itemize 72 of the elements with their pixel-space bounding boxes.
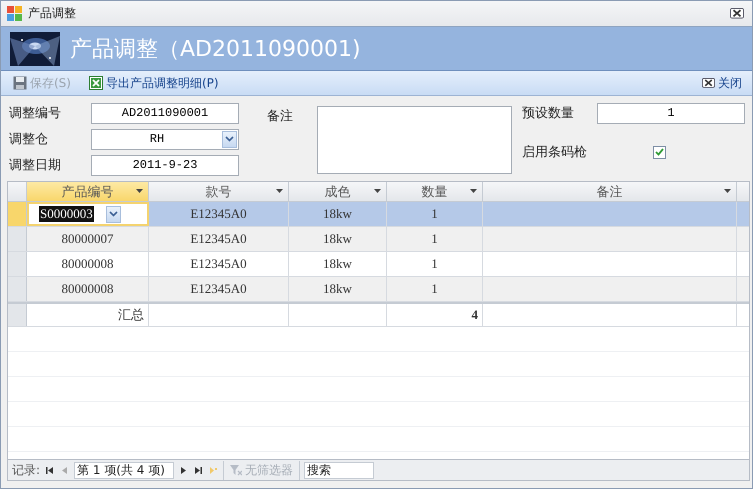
table-cell: E12345A0 (149, 252, 289, 276)
previous-icon (60, 466, 70, 474)
note-field[interactable] (317, 106, 512, 174)
field-label: 预设数量 (522, 105, 575, 122)
table-cell: 1 (387, 227, 483, 251)
column-header[interactable]: 成色 (289, 182, 387, 201)
row-selector[interactable] (8, 252, 27, 276)
table-row[interactable]: 80000008 E12345A0 18kw 1 (8, 252, 749, 277)
input-field[interactable]: 1 (597, 102, 745, 124)
table-cell: E12345A0 (149, 202, 289, 226)
column-header[interactable]: 备注 (483, 182, 737, 201)
chevron-down-icon (108, 211, 118, 217)
last-record-icon (194, 466, 204, 474)
field-label: 调整日期 (9, 157, 62, 174)
search-field[interactable]: 搜索 (304, 462, 374, 478)
next-icon (179, 466, 188, 474)
export-button[interactable]: 导出产品调整明细(P) (88, 74, 219, 92)
row-selector[interactable] (8, 202, 27, 226)
close-button[interactable]: 关闭 (702, 74, 742, 92)
chevron-down-icon (225, 136, 234, 142)
row-selector[interactable] (8, 227, 27, 251)
record-position-field[interactable]: 第 1 项(共 4 项) (74, 462, 174, 478)
column-header[interactable]: 数量 (387, 182, 483, 201)
column-header[interactable]: 款号 (149, 182, 289, 201)
input-field[interactable]: AD2011090001 (91, 102, 239, 124)
table-cell: 1 (387, 252, 483, 276)
dropdown-arrow-icon (724, 189, 731, 193)
table-cell: 1 (387, 202, 483, 226)
table-cell: 80000008 (27, 277, 149, 301)
window-title: 产品调整 (28, 5, 77, 22)
table-row[interactable]: 80000008 E12345A0 18kw 1 (8, 277, 749, 302)
new-record-icon (209, 466, 218, 474)
first-record-icon (45, 466, 54, 474)
row-selector[interactable] (8, 304, 27, 326)
table-cell: 18kw (289, 202, 387, 226)
spreadsheet-icon (88, 76, 103, 90)
close-button[interactable] (730, 8, 744, 19)
total-label: 汇总 (27, 304, 149, 326)
table-cell: 80000007 (27, 227, 149, 251)
table-cell: E12345A0 (149, 227, 289, 251)
table-cell: E12345A0 (149, 277, 289, 301)
dropdown-button[interactable] (222, 130, 237, 148)
field-label: 调整编号 (9, 105, 62, 122)
table-cell: 18kw (289, 252, 387, 276)
table-cell: 18kw (289, 227, 387, 251)
input-field[interactable]: 2011-9-23 (91, 154, 239, 176)
table-cell: 18kw (289, 277, 387, 301)
filter-icon (230, 464, 242, 476)
close-icon (730, 8, 744, 19)
dropdown-field[interactable]: S0000003 (27, 202, 149, 226)
field-label: 调整仓 (9, 131, 49, 148)
checkbox[interactable] (653, 146, 666, 158)
dropdown-button[interactable] (106, 206, 121, 222)
dropdown-arrow-icon (470, 189, 477, 193)
dropdown-arrow-icon (276, 189, 283, 193)
app-icon (7, 6, 23, 22)
dropdown-arrow-icon (374, 189, 381, 193)
table-cell: 80000008 (27, 252, 149, 276)
table-row[interactable]: 80000007 E12345A0 18kw 1 (8, 227, 749, 252)
record-label: 记录: (12, 462, 40, 478)
total-cell: 4 (387, 304, 483, 326)
close-icon (702, 78, 715, 88)
dropdown-field[interactable]: RH (91, 128, 239, 150)
dropdown-arrow-icon (136, 189, 143, 193)
table-row[interactable]: S0000003 E12345A0 18kw 1 (8, 202, 749, 227)
row-selector[interactable] (8, 277, 27, 301)
column-header[interactable]: 产品编号 (27, 182, 149, 201)
table-cell: 1 (387, 277, 483, 301)
form-title: 产品调整（AD2011090001) (70, 36, 361, 64)
field-label: 备注 (267, 108, 294, 125)
check-icon (655, 148, 664, 156)
field-label: 启用条码枪 (522, 144, 588, 161)
